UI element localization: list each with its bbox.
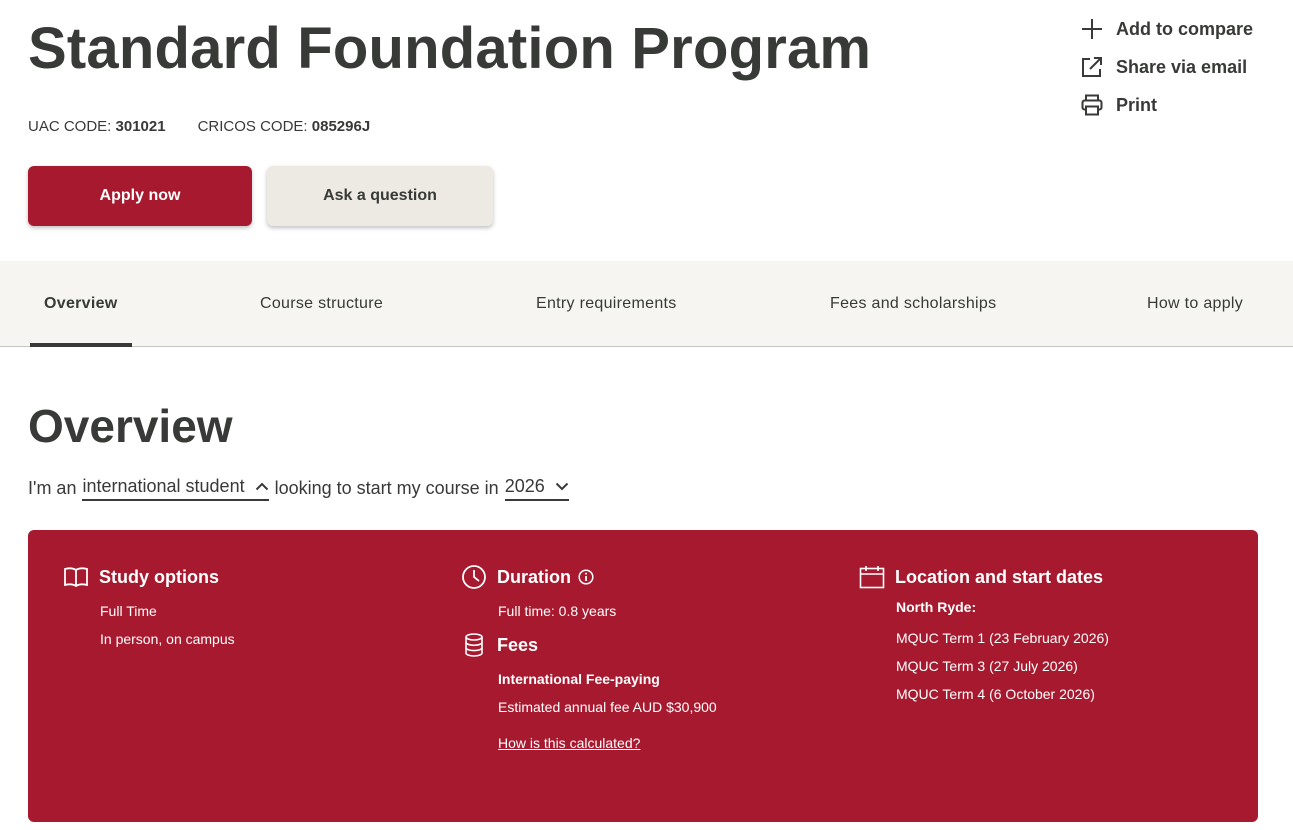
- fee-type: International Fee-paying: [498, 671, 660, 687]
- tab-how-to-apply[interactable]: How to apply: [1147, 261, 1243, 347]
- location-section: Location and start dates North Ryde: MQU…: [859, 564, 1109, 701]
- section-tabs: Overview Course structure Entry requirem…: [0, 261, 1293, 347]
- apply-now-button[interactable]: Apply now: [28, 166, 252, 226]
- study-options-heading: Study options: [99, 566, 219, 587]
- calendar-icon: [859, 564, 885, 590]
- clock-icon: [461, 564, 487, 590]
- selector-middle: looking to start my course in: [274, 478, 499, 498]
- fee-calculation-link[interactable]: How is this calculated?: [498, 736, 717, 750]
- tab-overview[interactable]: Overview: [30, 261, 132, 347]
- fee-estimate: Estimated annual fee AUD $30,900: [498, 699, 717, 715]
- study-options-section: Study options Full Time In person, on ca…: [63, 564, 235, 646]
- uac-code-label: UAC CODE:: [28, 118, 112, 135]
- chevron-up-icon: [255, 482, 268, 491]
- location-heading: Location and start dates: [895, 566, 1104, 587]
- share-via-email-label: Share via email: [1116, 56, 1248, 77]
- course-codes: UAC CODE: 301021 CRICOS CODE: 085296J: [28, 118, 402, 135]
- ask-question-button[interactable]: Ask a question: [267, 166, 493, 226]
- duration-value: Full time: 0.8 years: [498, 603, 617, 619]
- cricos-code-label: CRICOS CODE:: [197, 118, 308, 135]
- chevron-down-icon: [555, 482, 568, 491]
- page-title: Standard Foundation Program: [28, 16, 872, 81]
- duration-heading: Duration: [497, 566, 571, 587]
- external-link-icon: [1080, 55, 1104, 79]
- book-icon: [63, 564, 89, 590]
- cricos-code: CRICOS CODE: 085296J: [198, 118, 371, 135]
- printer-icon: [1080, 93, 1104, 117]
- course-summary-panel: Study options Full Time In person, on ca…: [28, 530, 1258, 822]
- student-type-dropdown[interactable]: international student: [82, 476, 269, 501]
- start-date-item: MQUC Term 4 (6 October 2026): [896, 686, 1095, 702]
- campus-name: North Ryde:: [896, 599, 977, 615]
- uac-code-value: 301021: [115, 118, 166, 135]
- start-year-dropdown[interactable]: 2026: [504, 476, 569, 501]
- overview-heading: Overview: [28, 400, 233, 452]
- tab-entry-requirements[interactable]: Entry requirements: [536, 261, 677, 347]
- tab-fees-and-scholarships[interactable]: Fees and scholarships: [830, 261, 996, 347]
- add-to-compare-label: Add to compare: [1116, 18, 1254, 39]
- print-link[interactable]: Print: [1080, 92, 1253, 118]
- selector-prefix: I'm an: [28, 478, 77, 498]
- share-via-email-link[interactable]: Share via email: [1080, 54, 1253, 80]
- info-icon[interactable]: [578, 569, 594, 585]
- fees-heading: Fees: [497, 634, 539, 655]
- study-option-item: In person, on campus: [100, 631, 235, 647]
- start-date-item: MQUC Term 3 (27 July 2026): [896, 658, 1078, 674]
- start-year-value: 2026: [504, 476, 545, 496]
- plus-icon: [1080, 17, 1104, 41]
- add-to-compare-link[interactable]: Add to compare: [1080, 16, 1253, 42]
- coins-icon: [461, 632, 487, 658]
- tab-course-structure[interactable]: Course structure: [260, 261, 383, 347]
- uac-code: UAC CODE: 301021: [28, 118, 166, 135]
- cricos-code-value: 085296J: [311, 118, 371, 135]
- start-date-item: MQUC Term 1 (23 February 2026): [896, 630, 1109, 646]
- student-selector: I'm an international student looking to …: [28, 476, 575, 501]
- page-actions: Add to compare Share via email Print: [1080, 16, 1253, 130]
- print-label: Print: [1116, 94, 1158, 115]
- duration-section: Duration Full time: 0.8 years Fees Inter…: [461, 564, 717, 750]
- student-type-value: international student: [82, 476, 245, 496]
- study-option-item: Full Time: [100, 603, 157, 619]
- fees-section: Fees: [461, 632, 717, 658]
